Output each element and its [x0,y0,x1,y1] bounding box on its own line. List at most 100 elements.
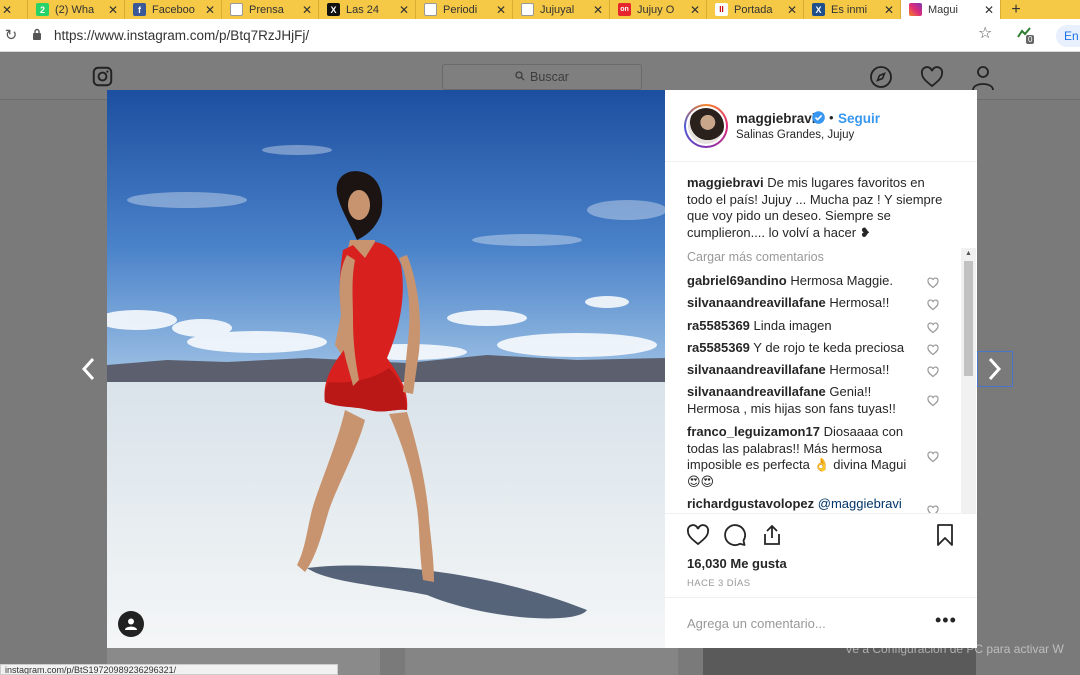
post-username[interactable]: maggiebravi [736,111,816,126]
comment-item: franco_leguizamon17 Diosaaaa con todas l… [687,424,922,490]
reload-icon[interactable]: ↻ [0,26,22,44]
close-icon[interactable]: ✕ [785,3,799,17]
save-bookmark-icon[interactable] [933,523,957,547]
close-icon[interactable]: ✕ [0,3,14,17]
comment-text: Hermosa!! [829,362,890,377]
post-actions [665,513,977,553]
comment-username[interactable]: ra5585369 [687,318,750,333]
separator-dot: • [829,110,834,125]
comment-username[interactable]: gabriel69andino [687,273,787,288]
tab-label: Las 24 [346,3,380,16]
tab-periodico[interactable]: Periodi ✕ [416,0,513,19]
search-input[interactable]: Buscar [442,64,642,90]
tab-jujuy-online[interactable]: on Jujuy O ✕ [610,0,707,19]
tab-label: Jujuy O [637,3,675,16]
close-icon[interactable]: ✕ [882,3,896,17]
tab-portada[interactable]: II Portada ✕ [707,0,804,19]
lock-icon[interactable] [28,28,46,43]
tab-prensa[interactable]: Prensa ✕ [222,0,319,19]
comment-text: Hermosa Maggie. [790,273,893,288]
like-comment-heart-icon[interactable] [927,365,939,378]
next-arrow-icon[interactable] [977,351,1013,387]
comment-text: Y de rojo te keda preciosa [753,340,905,355]
close-icon[interactable]: ✕ [494,3,508,17]
comment-username[interactable]: silvanaandreavillafane [687,295,826,310]
extension-icon[interactable]: 0 [1016,25,1035,45]
avatar[interactable] [684,104,728,148]
scroll-thumb[interactable] [964,261,973,376]
tagged-user-icon[interactable] [118,611,144,637]
close-icon[interactable]: ✕ [203,3,217,17]
post-photo[interactable] [107,90,665,648]
instagram-icon [909,3,922,16]
tab-jujuyal[interactable]: Jujuyal ✕ [513,0,610,19]
comments-scrollbar[interactable]: ▲ ▼ [961,248,976,513]
comment-item: silvanaandreavillafane Hermosa!! [687,362,922,379]
comment-item: silvanaandreavillafane Genia!! Hermosa ,… [687,384,922,417]
comment-username[interactable]: ra5585369 [687,340,750,355]
close-icon[interactable]: ✕ [300,3,314,17]
comment-username[interactable]: silvanaandreavillafane [687,362,826,377]
comment-username[interactable]: franco_leguizamon17 [687,424,820,439]
post-location[interactable]: Salinas Grandes, Jujuy [736,129,854,141]
omnibox[interactable]: https://www.instagram.com/p/Btq7RzJHjFj/ [28,23,1003,48]
comments-section[interactable]: maggiebravi De mis lugares favoritos en … [665,163,977,513]
comment-username[interactable]: richardgustavolopez [687,496,814,511]
background-post-thumb [405,648,678,675]
like-count[interactable]: 16,030 Me gusta [687,556,787,571]
comment-item: silvanaandreavillafane Hermosa!! [687,295,922,312]
on-icon: on [618,3,631,16]
tab-label: Faceboo [152,3,195,16]
x-icon: X [812,3,825,16]
tab-es-inmi[interactable]: X Es inmi ✕ [804,0,901,19]
like-comment-heart-icon[interactable] [927,343,939,356]
like-comment-heart-icon[interactable] [927,321,939,334]
close-icon[interactable]: ✕ [106,3,120,17]
whatsapp-icon: 2 [36,3,49,16]
bookmark-star-icon[interactable]: ☆ [978,23,992,43]
load-more-comments-button[interactable]: Cargar más comentarios [687,250,824,264]
like-comment-heart-icon[interactable] [927,298,939,311]
search-placeholder: Buscar [530,70,569,84]
share-icon[interactable] [760,523,784,547]
comment-username[interactable]: silvanaandreavillafane [687,384,826,399]
avatar-image [688,108,724,144]
x-icon: X [327,3,340,16]
close-icon[interactable]: ✕ [688,3,702,17]
previous-arrow-icon[interactable] [70,351,106,387]
comment-item: ra5585369 Y de rojo te keda preciosa [687,340,922,357]
like-comment-heart-icon[interactable] [927,276,939,289]
tab-whatsapp[interactable]: 2 (2) Wha ✕ [28,0,125,19]
tab-0[interactable]: ✕ [0,0,28,19]
instagram-logo-icon[interactable] [92,66,113,92]
url-text[interactable]: https://www.instagram.com/p/Btq7RzJHjFj/ [54,28,309,43]
search-icon [515,70,525,84]
post-detail-panel: maggiebravi • Seguir Salinas Grandes, Ju… [665,90,977,648]
comment-bubble-icon[interactable] [723,523,747,547]
like-comment-heart-icon[interactable] [927,504,939,513]
tab-instagram[interactable]: Magui ✕ [901,0,1001,19]
post-date: HACE 3 DÍAS [687,578,751,589]
tab-las24[interactable]: X Las 24 ✕ [319,0,416,19]
address-bar: ↻ https://www.instagram.com/p/Btq7RzJHjF… [0,19,1080,52]
profile-button[interactable]: En [1056,25,1080,47]
comment-text: Linda imagen [753,318,832,333]
close-icon[interactable]: ✕ [982,3,996,17]
post-header: maggiebravi • Seguir Salinas Grandes, Ju… [665,90,977,162]
follow-button[interactable]: Seguir [838,111,880,126]
tab-label: Prensa [249,3,284,16]
like-comment-heart-icon[interactable] [927,394,939,407]
caption-username[interactable]: maggiebravi [687,175,764,190]
close-icon[interactable]: ✕ [591,3,605,17]
scroll-up-arrow-icon[interactable]: ▲ [961,248,976,259]
tab-facebook[interactable]: f Faceboo ✕ [125,0,222,19]
new-tab-button[interactable]: + [1001,0,1031,19]
tab-label: Jujuyal [540,3,575,16]
comment-item: richardgustavolopez @maggiebravi [687,496,922,513]
like-comment-heart-icon[interactable] [927,450,939,463]
comment-mention[interactable]: @maggiebravi [818,496,902,511]
extension-badge: 0 [1026,35,1035,44]
like-heart-icon[interactable] [686,523,710,547]
tab-label: Portada [734,3,773,16]
close-icon[interactable]: ✕ [397,3,411,17]
